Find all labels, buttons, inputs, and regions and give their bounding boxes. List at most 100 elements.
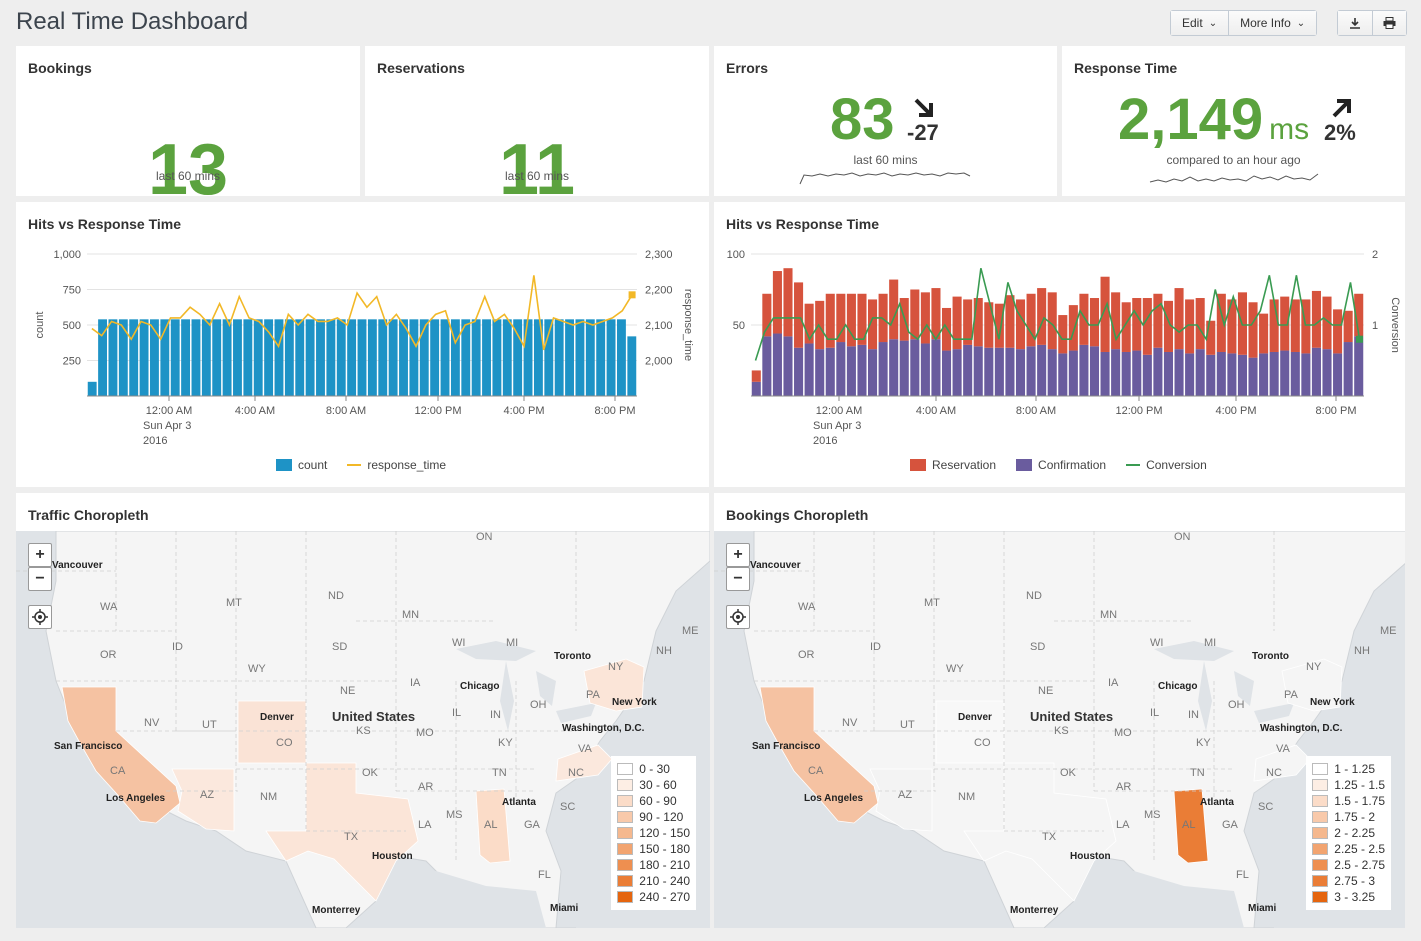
bar-confirmation[interactable] xyxy=(1227,353,1237,396)
bar-confirmation[interactable] xyxy=(899,340,909,396)
bar-reservation[interactable] xyxy=(1248,302,1258,358)
bar-count[interactable] xyxy=(295,319,305,396)
bar-confirmation[interactable] xyxy=(1132,350,1142,396)
bar-count[interactable] xyxy=(554,319,564,396)
bar-confirmation[interactable] xyxy=(1153,347,1163,396)
bar-confirmation[interactable] xyxy=(857,344,867,396)
bar-count[interactable] xyxy=(596,319,606,396)
bar-confirmation[interactable] xyxy=(994,347,1004,396)
bar-reservation[interactable] xyxy=(1290,299,1300,352)
bar-reservation[interactable] xyxy=(1142,298,1152,355)
bar-count[interactable] xyxy=(565,319,574,396)
zoom-in-button[interactable]: + xyxy=(28,543,52,567)
bookings-map[interactable]: + − 1 - 1.25 1.25 - 1.5 1.5 - 1.75 1.75 - 2… xyxy=(714,531,1405,928)
bar-confirmation[interactable] xyxy=(1195,349,1205,396)
traffic-map[interactable]: + − 0 - 30 30 - 60 60 - 90 90 - 120 120 - 15… xyxy=(16,531,710,928)
bar-count[interactable] xyxy=(585,319,595,396)
state-region-co[interactable] xyxy=(237,700,307,764)
bar-count[interactable] xyxy=(212,319,222,396)
zoom-out-button[interactable]: − xyxy=(726,567,750,591)
legend-item-reservation[interactable]: Reservation xyxy=(910,458,996,472)
bar-reservation[interactable] xyxy=(836,293,846,343)
bar-confirmation[interactable] xyxy=(1100,351,1110,396)
bar-confirmation[interactable] xyxy=(1343,342,1353,396)
bar-count[interactable] xyxy=(108,319,118,396)
bar-count[interactable] xyxy=(471,319,481,396)
bar-confirmation[interactable] xyxy=(1311,347,1321,396)
bar-confirmation[interactable] xyxy=(1290,351,1300,396)
bar-count[interactable] xyxy=(243,319,253,396)
bar-count[interactable] xyxy=(430,319,440,396)
bar-count[interactable] xyxy=(419,319,429,396)
bar-reservation[interactable] xyxy=(952,296,962,350)
bar-confirmation[interactable] xyxy=(825,347,835,396)
bar-reservation[interactable] xyxy=(973,298,983,347)
bar-count[interactable] xyxy=(606,319,616,396)
bar-confirmation[interactable] xyxy=(973,346,983,396)
bar-confirmation[interactable] xyxy=(1280,350,1290,396)
bar-count[interactable] xyxy=(367,319,377,396)
locate-button[interactable] xyxy=(726,605,750,629)
bar-confirmation[interactable] xyxy=(1354,336,1364,396)
bar-reservation[interactable] xyxy=(1047,292,1057,350)
bar-confirmation[interactable] xyxy=(1111,349,1121,396)
bar-confirmation[interactable] xyxy=(963,344,973,396)
bar-confirmation[interactable] xyxy=(889,339,899,396)
bar-count[interactable] xyxy=(409,319,419,396)
bar-count[interactable] xyxy=(482,319,491,396)
bar-count[interactable] xyxy=(181,319,191,396)
bar-confirmation[interactable] xyxy=(762,336,772,396)
bar-count[interactable] xyxy=(627,336,637,396)
bar-confirmation[interactable] xyxy=(1068,350,1078,396)
bar-reservation[interactable] xyxy=(1333,309,1343,354)
bar-confirmation[interactable] xyxy=(772,333,782,396)
more-info-button[interactable]: More Info ⌄ xyxy=(1228,11,1317,35)
bar-confirmation[interactable] xyxy=(804,343,814,396)
bar-reservation[interactable] xyxy=(1079,293,1089,345)
bar-reservation[interactable] xyxy=(772,271,782,334)
bar-confirmation[interactable] xyxy=(1058,353,1068,396)
bar-count[interactable] xyxy=(253,319,263,396)
bar-reservation[interactable] xyxy=(920,292,930,344)
bar-count[interactable] xyxy=(191,319,201,396)
bar-confirmation[interactable] xyxy=(1163,351,1174,396)
bar-reservation[interactable] xyxy=(1195,298,1205,350)
bar-confirmation[interactable] xyxy=(1089,346,1100,396)
bar-confirmation[interactable] xyxy=(794,347,804,396)
bar-reservation[interactable] xyxy=(931,288,941,340)
bar-confirmation[interactable] xyxy=(1142,354,1152,396)
legend-item-confirmation[interactable]: Confirmation xyxy=(1016,458,1106,472)
edit-button[interactable]: Edit ⌄ xyxy=(1171,11,1229,35)
bar-reservation[interactable] xyxy=(1227,299,1237,354)
bar-confirmation[interactable] xyxy=(1269,351,1279,396)
bar-confirmation[interactable] xyxy=(1015,349,1026,396)
bar-count[interactable] xyxy=(284,319,294,396)
bar-confirmation[interactable] xyxy=(910,339,920,396)
bar-reservation[interactable] xyxy=(1068,305,1078,351)
bar-confirmation[interactable] xyxy=(984,347,994,396)
bar-reservation[interactable] xyxy=(1269,299,1279,352)
bar-confirmation[interactable] xyxy=(952,349,962,396)
bar-reservation[interactable] xyxy=(1174,288,1184,350)
locate-button[interactable] xyxy=(28,605,52,629)
bar-count[interactable] xyxy=(378,319,388,396)
bar-count[interactable] xyxy=(222,319,232,396)
bar-count[interactable] xyxy=(492,319,502,396)
bar-confirmation[interactable] xyxy=(931,339,941,396)
bar-count[interactable] xyxy=(388,319,398,396)
bar-confirmation[interactable] xyxy=(1322,349,1332,396)
bar-confirmation[interactable] xyxy=(836,342,846,396)
legend-item-count[interactable]: count xyxy=(276,458,327,472)
bar-reservation[interactable] xyxy=(751,370,761,382)
bar-confirmation[interactable] xyxy=(1333,353,1343,396)
bar-confirmation[interactable] xyxy=(1079,344,1089,396)
bar-confirmation[interactable] xyxy=(941,350,952,396)
bar-reservation[interactable] xyxy=(1037,288,1047,345)
bar-reservation[interactable] xyxy=(1259,313,1269,354)
bar-reservation[interactable] xyxy=(1206,320,1216,355)
bar-confirmation[interactable] xyxy=(1121,351,1131,396)
legend-item-response-time[interactable]: response_time xyxy=(347,458,446,472)
bar-confirmation[interactable] xyxy=(1216,351,1226,396)
bar-confirmation[interactable] xyxy=(1026,346,1036,396)
legend-item-conversion[interactable]: Conversion xyxy=(1126,458,1207,472)
